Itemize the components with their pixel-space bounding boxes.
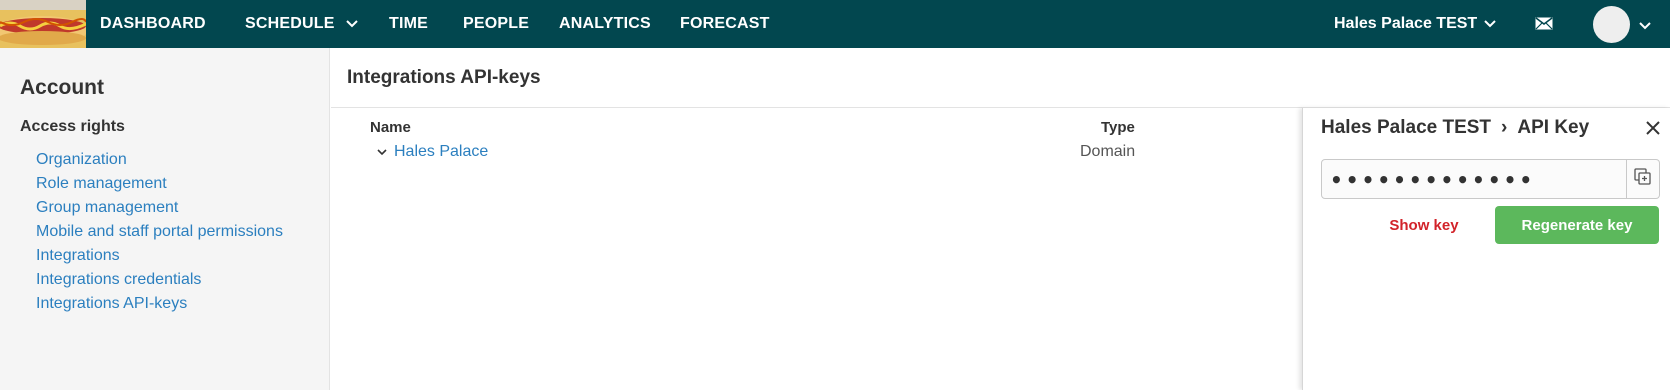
site-selector[interactable]: Hales Palace TEST [1334,0,1497,48]
sidebar-item-mobile-staff-portal-permissions[interactable]: Mobile and staff portal permissions [36,220,283,244]
nav-time[interactable]: TIME [389,0,428,48]
breadcrumb-page: API Key [1517,117,1590,138]
sidebar-item-organization[interactable]: Organization [36,148,283,172]
breadcrumb-separator: › [1501,117,1508,138]
sidebar-item-integrations-api-keys[interactable]: Integrations API-keys [36,292,283,316]
regenerate-key-button[interactable]: Regenerate key [1495,206,1659,244]
nav-time-label: TIME [389,15,429,32]
nav-dashboard-label: DASHBOARD [100,15,206,32]
api-key-panel: Hales Palace TEST › API Key ••••••••••••… [1302,108,1670,390]
nav-forecast-label: FORECAST [680,15,770,32]
page-title: Integrations API-keys [347,67,541,88]
table-row[interactable]: Hales Palace [376,142,488,162]
column-header-type[interactable]: Type [1101,119,1135,136]
row-name-link[interactable]: Hales Palace [394,143,488,161]
chevron-down-icon[interactable] [376,148,388,156]
mail-icon[interactable] [1535,17,1553,35]
api-key-field[interactable]: ••••••••••••• [1321,159,1627,199]
chevron-down-icon[interactable] [1638,18,1652,36]
nav-people-label: PEOPLE [463,15,530,32]
nav-people[interactable]: PEOPLE [463,0,529,48]
breadcrumb-site: Hales Palace TEST [1321,117,1492,138]
chevron-down-icon [345,19,359,29]
sidebar-item-integrations-credentials[interactable]: Integrations credentials [36,268,283,292]
sidebar-item-role-management[interactable]: Role management [36,172,283,196]
nav-dashboard[interactable]: DASHBOARD [100,0,206,48]
site-selector-label: Hales Palace TEST [1334,15,1478,32]
chevron-down-icon [1483,19,1497,29]
top-navigation-bar: DASHBOARD SCHEDULE TIME PEOPLE ANALYTICS… [0,0,1670,48]
sidebar-menu: Organization Role management Group manag… [36,148,283,316]
sidebar-item-integrations[interactable]: Integrations [36,244,283,268]
sidebar-item-group-management[interactable]: Group management [36,196,283,220]
nav-schedule-label: SCHEDULE [245,15,335,32]
column-header-name[interactable]: Name [370,119,411,136]
avatar[interactable] [1593,6,1630,43]
panel-breadcrumb: Hales Palace TEST › API Key [1321,117,1589,139]
nav-forecast[interactable]: FORECAST [680,0,770,48]
copy-button[interactable] [1627,159,1660,199]
page-header: Integrations API-keys [331,48,1670,108]
close-icon[interactable] [1645,120,1661,141]
sidebar: Account Access rights Organization Role … [0,48,330,390]
hotdog-logo[interactable] [0,0,86,48]
nav-schedule[interactable]: SCHEDULE [245,0,359,48]
sidebar-heading: Account [20,76,104,99]
copy-icon [1634,167,1652,191]
nav-analytics[interactable]: ANALYTICS [559,0,651,48]
show-key-button[interactable]: Show key [1363,206,1485,244]
row-type-value: Domain [1080,143,1136,160]
sidebar-section-title: Access rights [20,118,125,135]
nav-analytics-label: ANALYTICS [559,15,651,32]
